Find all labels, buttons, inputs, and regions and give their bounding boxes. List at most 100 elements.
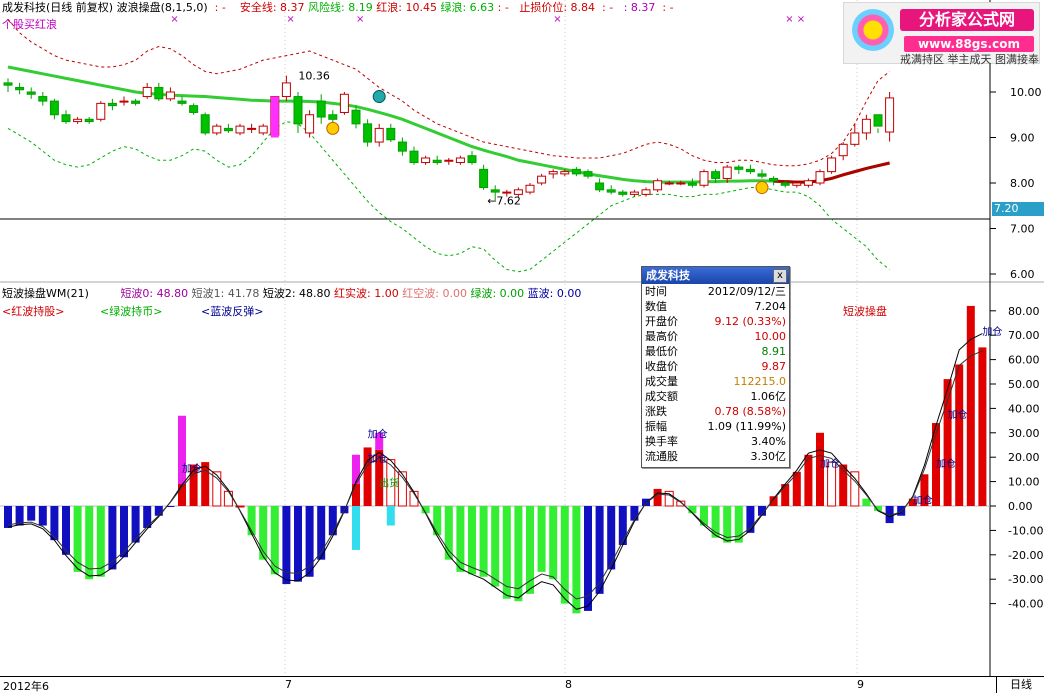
popup-row: 换手率 3.40% [642, 434, 789, 449]
popup-row-value: 112215.0 [733, 375, 787, 388]
candle-body [142, 86, 152, 98]
candle-body [421, 157, 431, 164]
wave-bar [120, 506, 128, 558]
extra-value: : 8.37 [623, 1, 656, 14]
sw1-value: 短波1: 41.78 [191, 287, 260, 300]
x-label-jun: 2012年6 [3, 680, 49, 693]
candle-body [131, 100, 141, 104]
wave-bar [955, 364, 964, 506]
wave-bar [897, 506, 906, 516]
candle-body [618, 191, 628, 195]
candle-body [455, 157, 465, 164]
candle-body [258, 125, 268, 134]
candle-body [525, 184, 535, 193]
chart-canvas: 10.36←7.62× × × × × × 加仓加仓出货加仓加仓加仓加仓加仓加仓 10.0… [0, 0, 1044, 676]
popup-row-key: 最高价 [645, 330, 678, 343]
popup-row-value: 8.91 [761, 345, 787, 358]
price-panel: 10.36 ←7.62 × × × × × × [3, 14, 895, 273]
popup-row-key: 换手率 [645, 435, 678, 448]
candle-body [3, 82, 13, 86]
wave-indicator-title: 短波操盘WM(21) [2, 287, 89, 300]
stock-title: 成发科技(日线 前复权) [2, 1, 114, 14]
candle-body [386, 127, 396, 141]
cyan-dip-bar [386, 506, 395, 526]
candle-body [664, 182, 674, 185]
red-real-value: 红实波: 1.00 [334, 287, 399, 300]
y-tick-label: 80.00 [1008, 305, 1040, 318]
popup-row-value: 2012/09/12/三 [707, 285, 786, 298]
wave-bar [584, 506, 592, 611]
info-popup[interactable]: 成发科技 x 时间 2012/09/12/三 数值 7.204 开盘价 9.12 (0.3… [641, 266, 790, 468]
signal-b-icon [326, 121, 340, 135]
popup-row-key: 涨跌 [645, 405, 667, 418]
wave-bar [212, 471, 222, 507]
wave-bar [653, 488, 662, 506]
wave-bar [769, 496, 778, 506]
candle-body [595, 182, 605, 191]
candle-body [247, 127, 257, 130]
candle-body [502, 191, 512, 194]
candle-body [711, 171, 721, 179]
popup-row-value: 3.40% [751, 435, 786, 448]
popup-row-value: 9.87 [761, 360, 787, 373]
y-tick-label: 50.00 [1008, 378, 1040, 391]
candle-body [397, 141, 407, 152]
candle-body [351, 109, 361, 125]
signal-x-mark: × [356, 14, 364, 25]
wave-bar [38, 506, 47, 526]
candle-body [374, 127, 384, 143]
wave-bar [108, 506, 117, 570]
popup-row-key: 流通股 [645, 450, 678, 463]
candle-body [792, 182, 802, 186]
close-icon[interactable]: x [773, 269, 787, 283]
safe-line-value: 安全线: 8.37 [239, 1, 305, 14]
wave-bar [154, 506, 163, 516]
period-tab[interactable]: 日线 [996, 676, 1044, 693]
candle-body [734, 166, 744, 170]
signal-x-mark: × [553, 14, 561, 25]
panel-label: 短波操盘 [843, 305, 887, 318]
signal-s-icon [372, 90, 386, 104]
popup-row: 最低价 8.91 [642, 344, 789, 359]
sw2-value: 短波2: 48.80 [262, 287, 331, 300]
signal-text: 加仓 [982, 325, 1002, 338]
candle-body [119, 100, 129, 103]
candle-body [687, 182, 697, 186]
wave-bar [468, 506, 476, 575]
wave-bar [85, 506, 94, 580]
signal-text: 出货 [379, 476, 399, 489]
y-tick-label: 10.00 [1008, 476, 1040, 489]
x-label-aug: 8 [565, 678, 572, 691]
popup-row-key: 开盘价 [645, 315, 678, 328]
x-axis-bar [0, 676, 1044, 694]
y-tick-label: 30.00 [1008, 427, 1040, 440]
signal-x-mark: × [170, 14, 178, 25]
popup-row: 流通股 3.30亿 [642, 449, 789, 464]
legend-green: <绿波持币> [100, 305, 163, 318]
risk-line-value: 风险线: 8.19 [308, 1, 373, 14]
signal-text: 加仓 [936, 457, 956, 470]
candle-body [838, 143, 848, 157]
candle-body [467, 155, 477, 164]
candle-body [409, 150, 419, 164]
low-annotation: ←7.62 [487, 194, 521, 207]
ma-line [7, 65, 890, 184]
candle-body [815, 171, 825, 184]
y-tick-label: 7.00 [1010, 223, 1035, 236]
candle-body [281, 82, 291, 98]
candle-body [212, 125, 222, 134]
signal-x-mark: × [797, 14, 805, 25]
candle-body [316, 100, 326, 118]
wave-bar [27, 506, 36, 521]
wave-bar [479, 506, 488, 577]
current-value-tag: 7.20 [992, 202, 1044, 216]
legend-red: <红波持股> [2, 305, 65, 318]
candle-body [560, 171, 570, 175]
signal-label: 个股买红浪 [2, 18, 57, 31]
candle-body [38, 96, 48, 102]
popup-title: 成发科技 [642, 267, 789, 284]
candle-body [49, 100, 59, 116]
signal-text: 加仓 [820, 457, 840, 470]
candle-body [479, 168, 489, 189]
candle-body [363, 123, 373, 143]
